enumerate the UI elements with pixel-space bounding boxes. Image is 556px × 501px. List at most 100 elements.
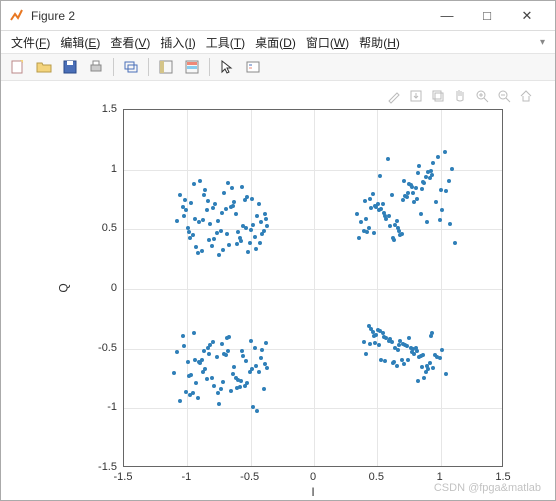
close-button[interactable]: ✕ xyxy=(507,2,547,30)
save-icon[interactable] xyxy=(59,56,81,78)
data-point xyxy=(220,211,224,215)
data-point xyxy=(259,356,263,360)
data-point xyxy=(196,251,200,255)
data-point xyxy=(251,223,255,227)
brush-icon[interactable] xyxy=(385,87,403,105)
data-point xyxy=(410,350,414,354)
pan-icon[interactable] xyxy=(451,87,469,105)
data-point xyxy=(216,219,220,223)
data-point xyxy=(178,399,182,403)
data-point xyxy=(398,233,402,237)
menu-file[interactable]: 文件(F) xyxy=(7,32,54,53)
data-point xyxy=(265,366,269,370)
data-point xyxy=(175,350,179,354)
open-icon[interactable] xyxy=(33,56,55,78)
data-point xyxy=(367,324,371,328)
data-point xyxy=(205,377,209,381)
minimize-button[interactable]: — xyxy=(427,2,467,30)
data-point xyxy=(207,352,211,356)
menu-help[interactable]: 帮助(H) xyxy=(355,32,404,53)
data-point xyxy=(260,232,264,236)
data-point xyxy=(415,349,419,353)
data-point xyxy=(216,391,220,395)
zoom-out-icon[interactable] xyxy=(495,87,513,105)
data-point xyxy=(383,214,387,218)
data-point xyxy=(431,161,435,165)
data-point xyxy=(398,339,402,343)
data-point xyxy=(253,235,257,239)
data-point xyxy=(259,220,263,224)
menu-desktop[interactable]: 桌面(D) xyxy=(251,32,300,53)
data-point xyxy=(210,376,214,380)
data-point xyxy=(371,192,375,196)
data-point xyxy=(428,176,432,180)
data-point xyxy=(407,336,411,340)
data-point xyxy=(244,226,248,230)
menu-window[interactable]: 窗口(W) xyxy=(302,32,353,53)
data-point xyxy=(450,167,454,171)
pointer-icon[interactable] xyxy=(216,56,238,78)
y-axis-label: Q xyxy=(57,283,71,292)
menu-tools[interactable]: 工具(T) xyxy=(202,32,249,53)
data-point xyxy=(371,330,375,334)
menu-view[interactable]: 查看(V) xyxy=(106,32,154,53)
maximize-button[interactable]: □ xyxy=(467,2,507,30)
data-point xyxy=(206,346,210,350)
data-point xyxy=(184,208,188,212)
data-point xyxy=(224,353,228,357)
save-as-icon[interactable] xyxy=(407,87,425,105)
data-point xyxy=(388,224,392,228)
link-icon[interactable] xyxy=(120,56,142,78)
data-point xyxy=(428,361,432,365)
y-tick-label: 0 xyxy=(77,282,117,294)
insert-legend-icon[interactable] xyxy=(242,56,264,78)
menu-insert[interactable]: 插入(I) xyxy=(156,32,199,53)
matlab-logo-icon xyxy=(9,8,25,24)
data-point xyxy=(231,204,235,208)
data-point xyxy=(230,186,234,190)
menu-edit[interactable]: 编辑(E) xyxy=(56,32,104,53)
data-point xyxy=(388,337,392,341)
data-point xyxy=(438,356,442,360)
data-point xyxy=(198,179,202,183)
toolbar-separator xyxy=(113,58,114,76)
data-point xyxy=(193,358,197,362)
print-icon[interactable] xyxy=(85,56,107,78)
new-figure-icon[interactable] xyxy=(7,56,29,78)
dock-icon[interactable] xyxy=(155,56,177,78)
data-point xyxy=(263,212,267,216)
colorbar-icon[interactable] xyxy=(181,56,203,78)
data-point xyxy=(194,381,198,385)
data-point xyxy=(264,217,268,221)
data-point xyxy=(448,222,452,226)
data-point xyxy=(362,340,366,344)
data-point xyxy=(438,218,442,222)
data-point xyxy=(257,370,261,374)
home-icon[interactable] xyxy=(517,87,535,105)
data-point xyxy=(416,171,420,175)
data-point xyxy=(220,342,224,346)
data-point xyxy=(393,223,397,227)
data-point xyxy=(393,346,397,350)
data-point xyxy=(374,333,378,337)
data-point xyxy=(386,157,390,161)
data-point xyxy=(240,185,244,189)
data-point xyxy=(265,224,269,228)
data-point xyxy=(426,367,430,371)
data-point xyxy=(412,200,416,204)
data-point xyxy=(359,220,363,224)
data-point xyxy=(202,193,206,197)
menu-overflow-icon[interactable]: ▾ xyxy=(540,37,549,48)
y-tick-label: 1.5 xyxy=(77,103,117,115)
data-point xyxy=(397,229,401,233)
data-point xyxy=(419,212,423,216)
data-point xyxy=(377,343,381,347)
zoom-in-icon[interactable] xyxy=(473,87,491,105)
x-tick-label: -1 xyxy=(181,471,191,483)
copy-icon[interactable] xyxy=(429,87,447,105)
y-tick-label: 0.5 xyxy=(77,222,117,234)
data-point xyxy=(206,199,210,203)
data-point xyxy=(203,188,207,192)
plot-area: -1.5-1-0.500.511.5 -1.5-1-0.500.511.5 Q … xyxy=(1,81,555,500)
data-point xyxy=(390,193,394,197)
